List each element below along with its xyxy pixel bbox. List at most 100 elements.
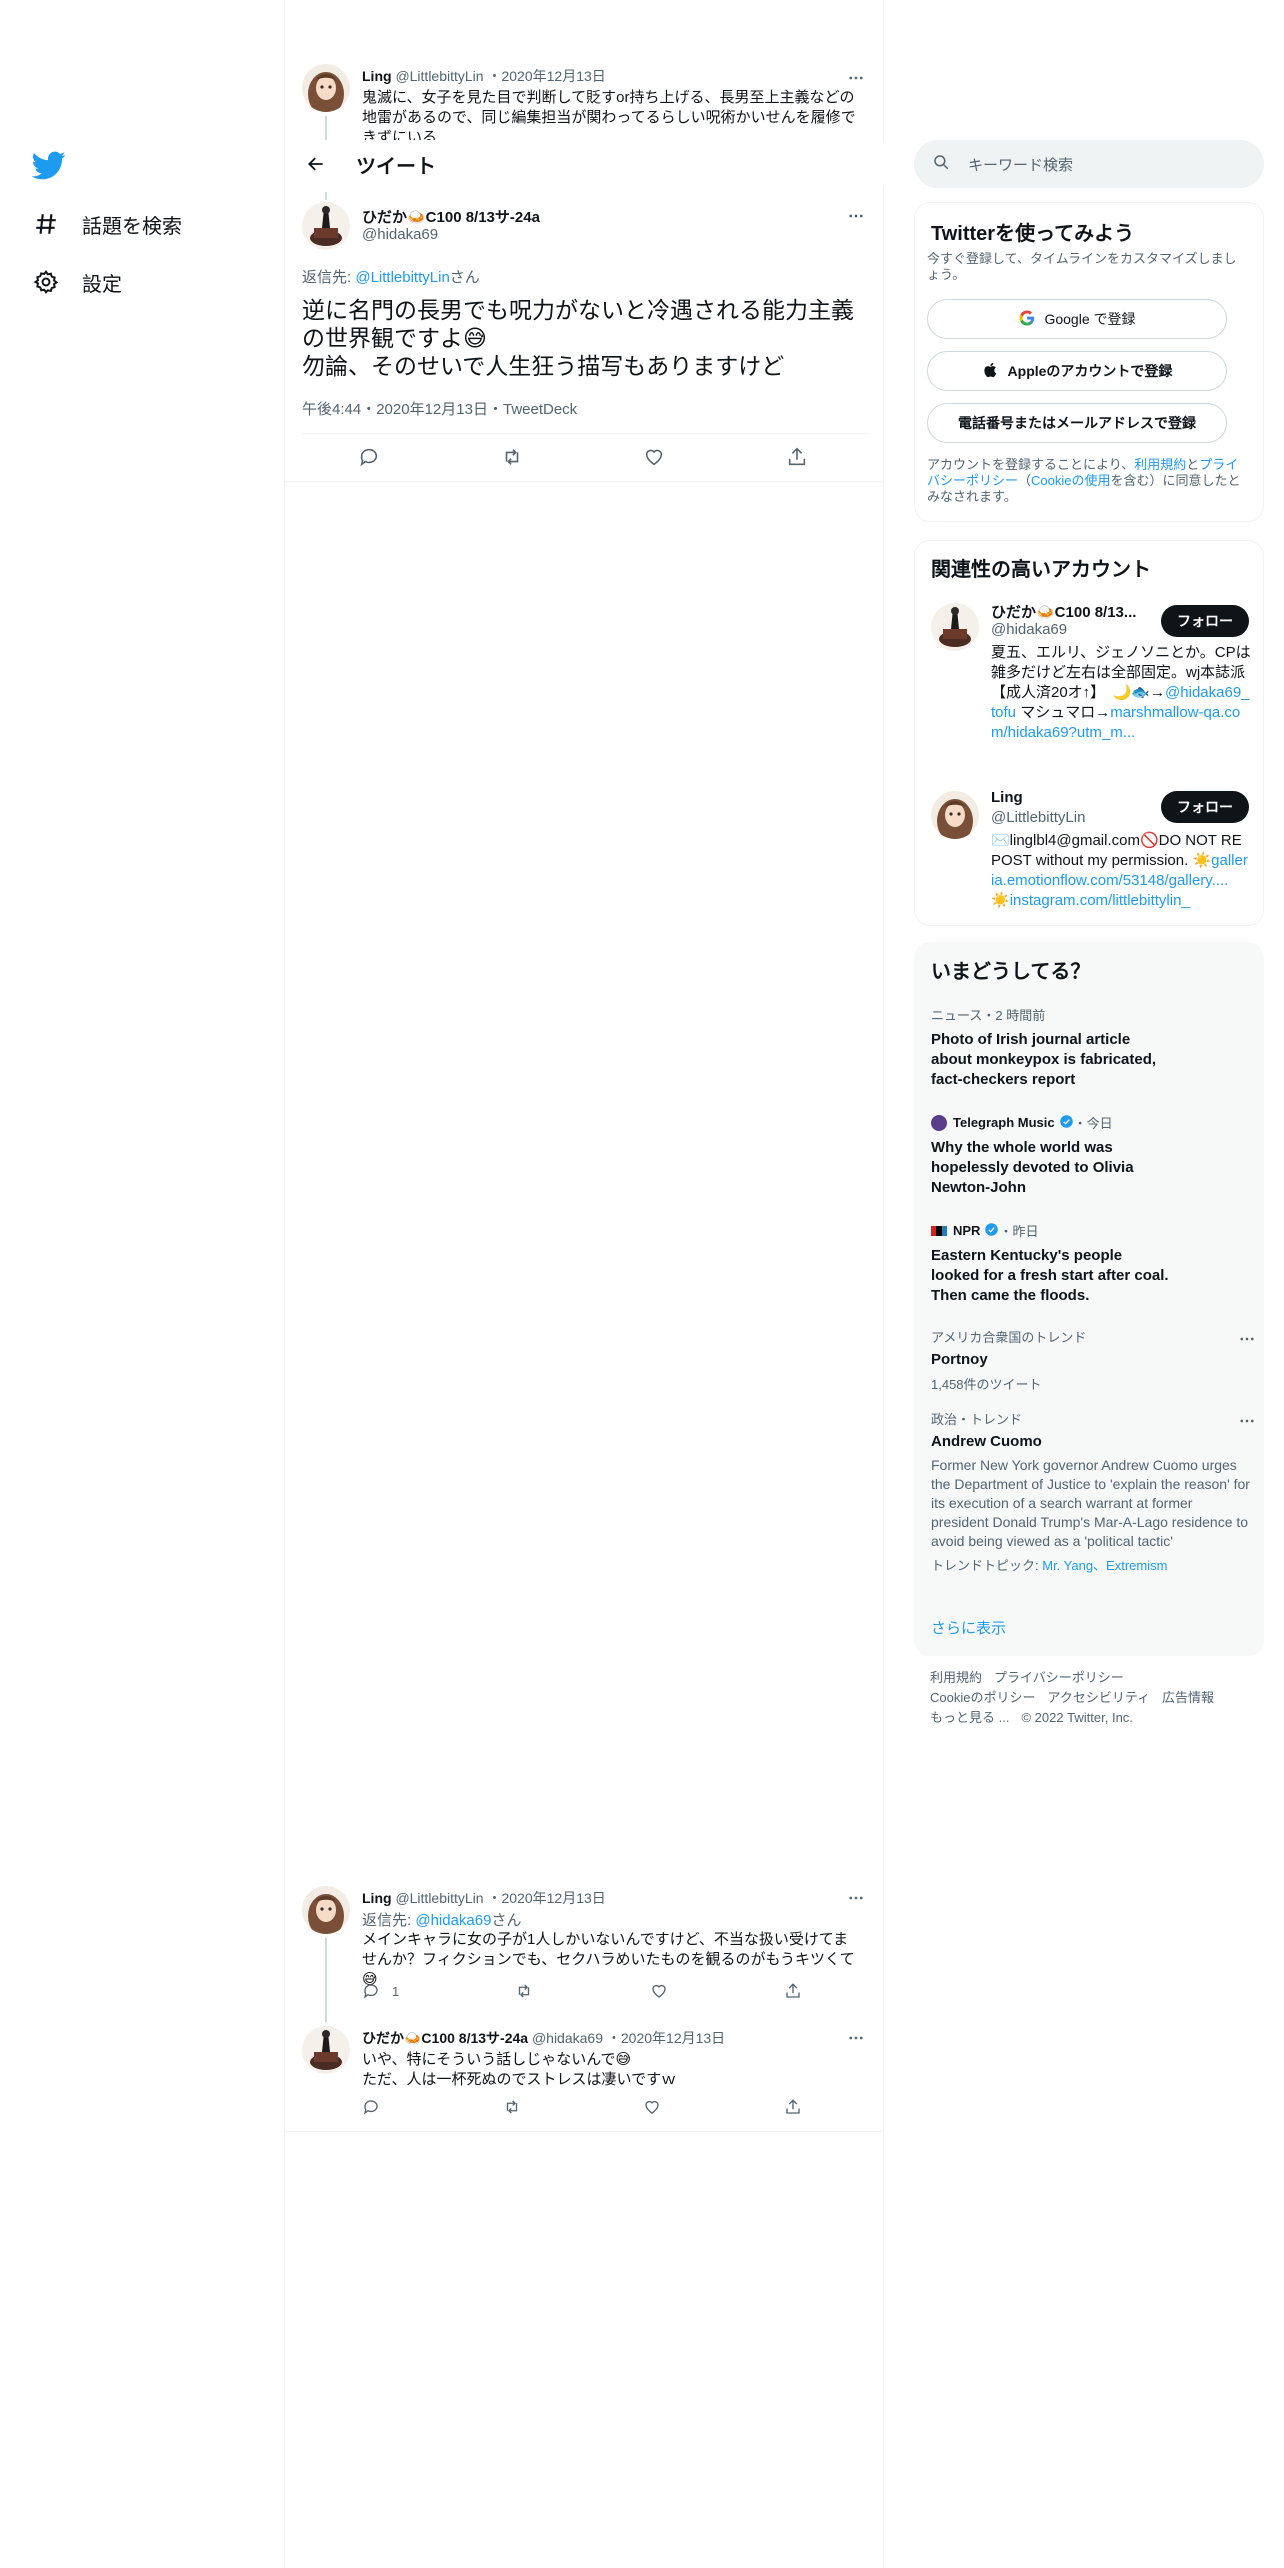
account-item[interactable]: Ling @LittlebittyLin フォロー ✉️linglbl4@gma… — [915, 787, 1265, 917]
reply-button[interactable] — [362, 2098, 380, 2116]
nav-settings[interactable]: 設定 — [32, 262, 122, 302]
tweet-date[interactable]: 2020年12月13日 — [376, 401, 488, 418]
more-options-icon[interactable] — [844, 204, 868, 228]
reply-icon — [363, 1984, 378, 1999]
tweet-date[interactable]: 2020年12月13日 — [621, 2030, 725, 2046]
avatar[interactable] — [302, 2026, 350, 2074]
footer-accessibility-link[interactable]: アクセシビリティ — [1047, 1690, 1150, 1705]
related-accounts-title: 関連性の高いアカウント — [931, 559, 1151, 581]
reply-prefix: 返信先: — [302, 269, 356, 286]
trend-title: Andrew Cuomo — [931, 1433, 1042, 1450]
nav-explore[interactable]: 話題を検索 — [32, 204, 182, 244]
more-options-icon[interactable] — [844, 66, 868, 90]
twitter-logo-icon[interactable] — [31, 148, 66, 182]
reply-count: 1 — [392, 1983, 400, 1999]
google-signup-button[interactable]: Google で登録 — [927, 299, 1227, 339]
trend-time: ・昨日 — [999, 1224, 1039, 1239]
retweet-button[interactable] — [515, 1982, 533, 2000]
share-button[interactable] — [786, 446, 808, 468]
author-handle[interactable]: @hidaka69 — [532, 2030, 603, 2046]
retweet-button[interactable] — [501, 446, 523, 468]
cookie-link[interactable]: Cookieの使用 — [1031, 473, 1110, 488]
apple-signup-button[interactable]: Appleのアカウントで登録 — [927, 351, 1227, 391]
reply-button[interactable]: 1 — [362, 1982, 399, 2000]
reply-prefix: 返信先: — [362, 1912, 416, 1929]
like-button[interactable] — [650, 1982, 668, 2000]
terms-link[interactable]: 利用規約 — [1134, 457, 1186, 472]
parent-tweet[interactable]: Ling @LittlebittyLin ・2020年12月13日 鬼滅に、女子… — [286, 60, 884, 140]
trend-item[interactable]: NPR ・昨日 Eastern Kentucky's people looked… — [931, 1221, 1251, 1306]
meta-separator: ・ — [606, 2030, 621, 2046]
like-button[interactable] — [643, 446, 665, 468]
author-handle[interactable]: @LittlebittyLin — [395, 68, 483, 84]
reply-to-link[interactable]: @LittlebittyLin — [355, 269, 449, 286]
author-handle[interactable]: @hidaka69 — [362, 226, 438, 243]
page-title: ツイート — [356, 155, 436, 178]
tweet-meta: Ling @LittlebittyLin ・2020年12月13日 — [362, 1888, 606, 1908]
like-button[interactable] — [643, 2098, 661, 2116]
meta-separator: ・ — [487, 1890, 502, 1906]
footer-ads-link[interactable]: 広告情報 — [1162, 1690, 1214, 1705]
avatar[interactable] — [302, 202, 350, 250]
back-arrow-icon[interactable] — [300, 148, 332, 180]
retweet-icon — [506, 2100, 517, 2114]
author-name[interactable]: Ling — [362, 68, 392, 84]
trend-item[interactable]: 政治・トレンド Andrew Cuomo Former New York gov… — [931, 1409, 1254, 1574]
legal-text: アカウントを登録することにより、 — [927, 457, 1135, 472]
trend-item[interactable]: アメリカ合衆国のトレンド Portnoy 1,458件のツイート — [931, 1327, 1254, 1393]
signup-legal: アカウントを登録することにより、利用規約とプライバシーポリシー（Cookieの使… — [927, 457, 1249, 505]
account-name[interactable]: ひだか🍛C100 8/13... — [991, 601, 1151, 622]
trend-context: 政治・トレンド — [931, 1412, 1023, 1427]
trend-item[interactable]: Telegraph Music ・今日 Why the whole world … — [931, 1113, 1251, 1198]
main-tweet: ひだか🍛C100 8/13サ-24a @hidaka69 返信先: @Littl… — [286, 192, 884, 482]
left-navigation: 話題を検索 設定 — [0, 0, 285, 2568]
more-options-icon[interactable] — [1235, 1409, 1259, 1433]
author-name[interactable]: Ling — [362, 1890, 392, 1906]
tweet-timestamp: 午後4:44・2020年12月13日・TweetDeck — [302, 398, 577, 419]
avatar[interactable] — [302, 1886, 350, 1934]
tweet-source[interactable]: TweetDeck — [503, 401, 577, 418]
follow-button[interactable]: フォロー — [1161, 605, 1249, 637]
search-bar[interactable]: キーワード検索 — [914, 140, 1264, 188]
heart-icon — [646, 449, 663, 466]
share-button[interactable] — [784, 1982, 802, 2000]
author-handle[interactable]: @LittlebittyLin — [395, 1890, 483, 1906]
retweet-button[interactable] — [503, 2098, 521, 2116]
follow-button[interactable]: フォロー — [1161, 791, 1249, 823]
reply-to-link[interactable]: @hidaka69 — [415, 1912, 491, 1929]
more-options-icon[interactable] — [1235, 1327, 1259, 1351]
show-more-link[interactable]: さらに表示 — [931, 1617, 1006, 1638]
avatar[interactable] — [931, 791, 979, 839]
avatar[interactable] — [931, 603, 979, 651]
footer-cookie-link[interactable]: Cookieのポリシー — [930, 1690, 1035, 1705]
more-options-icon[interactable] — [844, 2026, 868, 2050]
share-button[interactable] — [784, 2098, 802, 2116]
tweet-actions — [358, 446, 808, 468]
retweet-icon — [519, 1984, 530, 1998]
account-item[interactable]: ひだか🍛C100 8/13... @hidaka69 フォロー 夏五、エルリ、ジ… — [915, 597, 1265, 767]
tweet-date[interactable]: 2020年12月13日 — [501, 68, 605, 84]
trend-item[interactable]: ニュース・2 時間前 Photo of Irish journal articl… — [931, 1005, 1251, 1090]
trend-topics-links[interactable]: Mr. Yang、Extremism — [1042, 1558, 1167, 1573]
author-name[interactable]: ひだか🍛C100 8/13サ-24a — [362, 2030, 528, 2046]
account-handle[interactable]: @LittlebittyLin — [991, 809, 1085, 826]
heart-icon — [652, 1984, 666, 1998]
reply-tweet[interactable]: ひだか🍛C100 8/13サ-24a @hidaka69 ・2020年12月13… — [286, 2020, 884, 2132]
reply-tweet[interactable]: Ling @LittlebittyLin ・2020年12月13日 返信先: @… — [286, 1880, 884, 2022]
author-name[interactable]: ひだか🍛C100 8/13サ-24a — [362, 206, 540, 227]
account-handle[interactable]: @hidaka69 — [991, 621, 1067, 638]
meta-separator: ・ — [487, 401, 503, 418]
tweet-date[interactable]: 2020年12月13日 — [501, 1890, 605, 1906]
tweet-meta: ひだか🍛C100 8/13サ-24a @hidaka69 ・2020年12月13… — [362, 2028, 725, 2048]
account-name[interactable]: Ling — [991, 789, 1023, 806]
footer-terms-link[interactable]: 利用規約 — [930, 1670, 982, 1685]
footer-privacy-link[interactable]: プライバシーポリシー — [994, 1670, 1124, 1685]
bio-link[interactable]: instagram.com/littlebittylin_ — [1010, 892, 1190, 909]
phone-email-signup-button[interactable]: 電話番号またはメールアドレスで登録 — [927, 403, 1227, 443]
avatar[interactable] — [302, 64, 350, 112]
more-options-icon[interactable] — [844, 1886, 868, 1910]
footer-more-link[interactable]: もっと見る ... — [930, 1710, 1009, 1725]
tweet-time[interactable]: 午後4:44 — [302, 401, 361, 418]
related-accounts-card: 関連性の高いアカウント ひだか🍛C100 8/13... @hidaka69 フ… — [914, 540, 1264, 926]
reply-button[interactable] — [358, 446, 380, 468]
